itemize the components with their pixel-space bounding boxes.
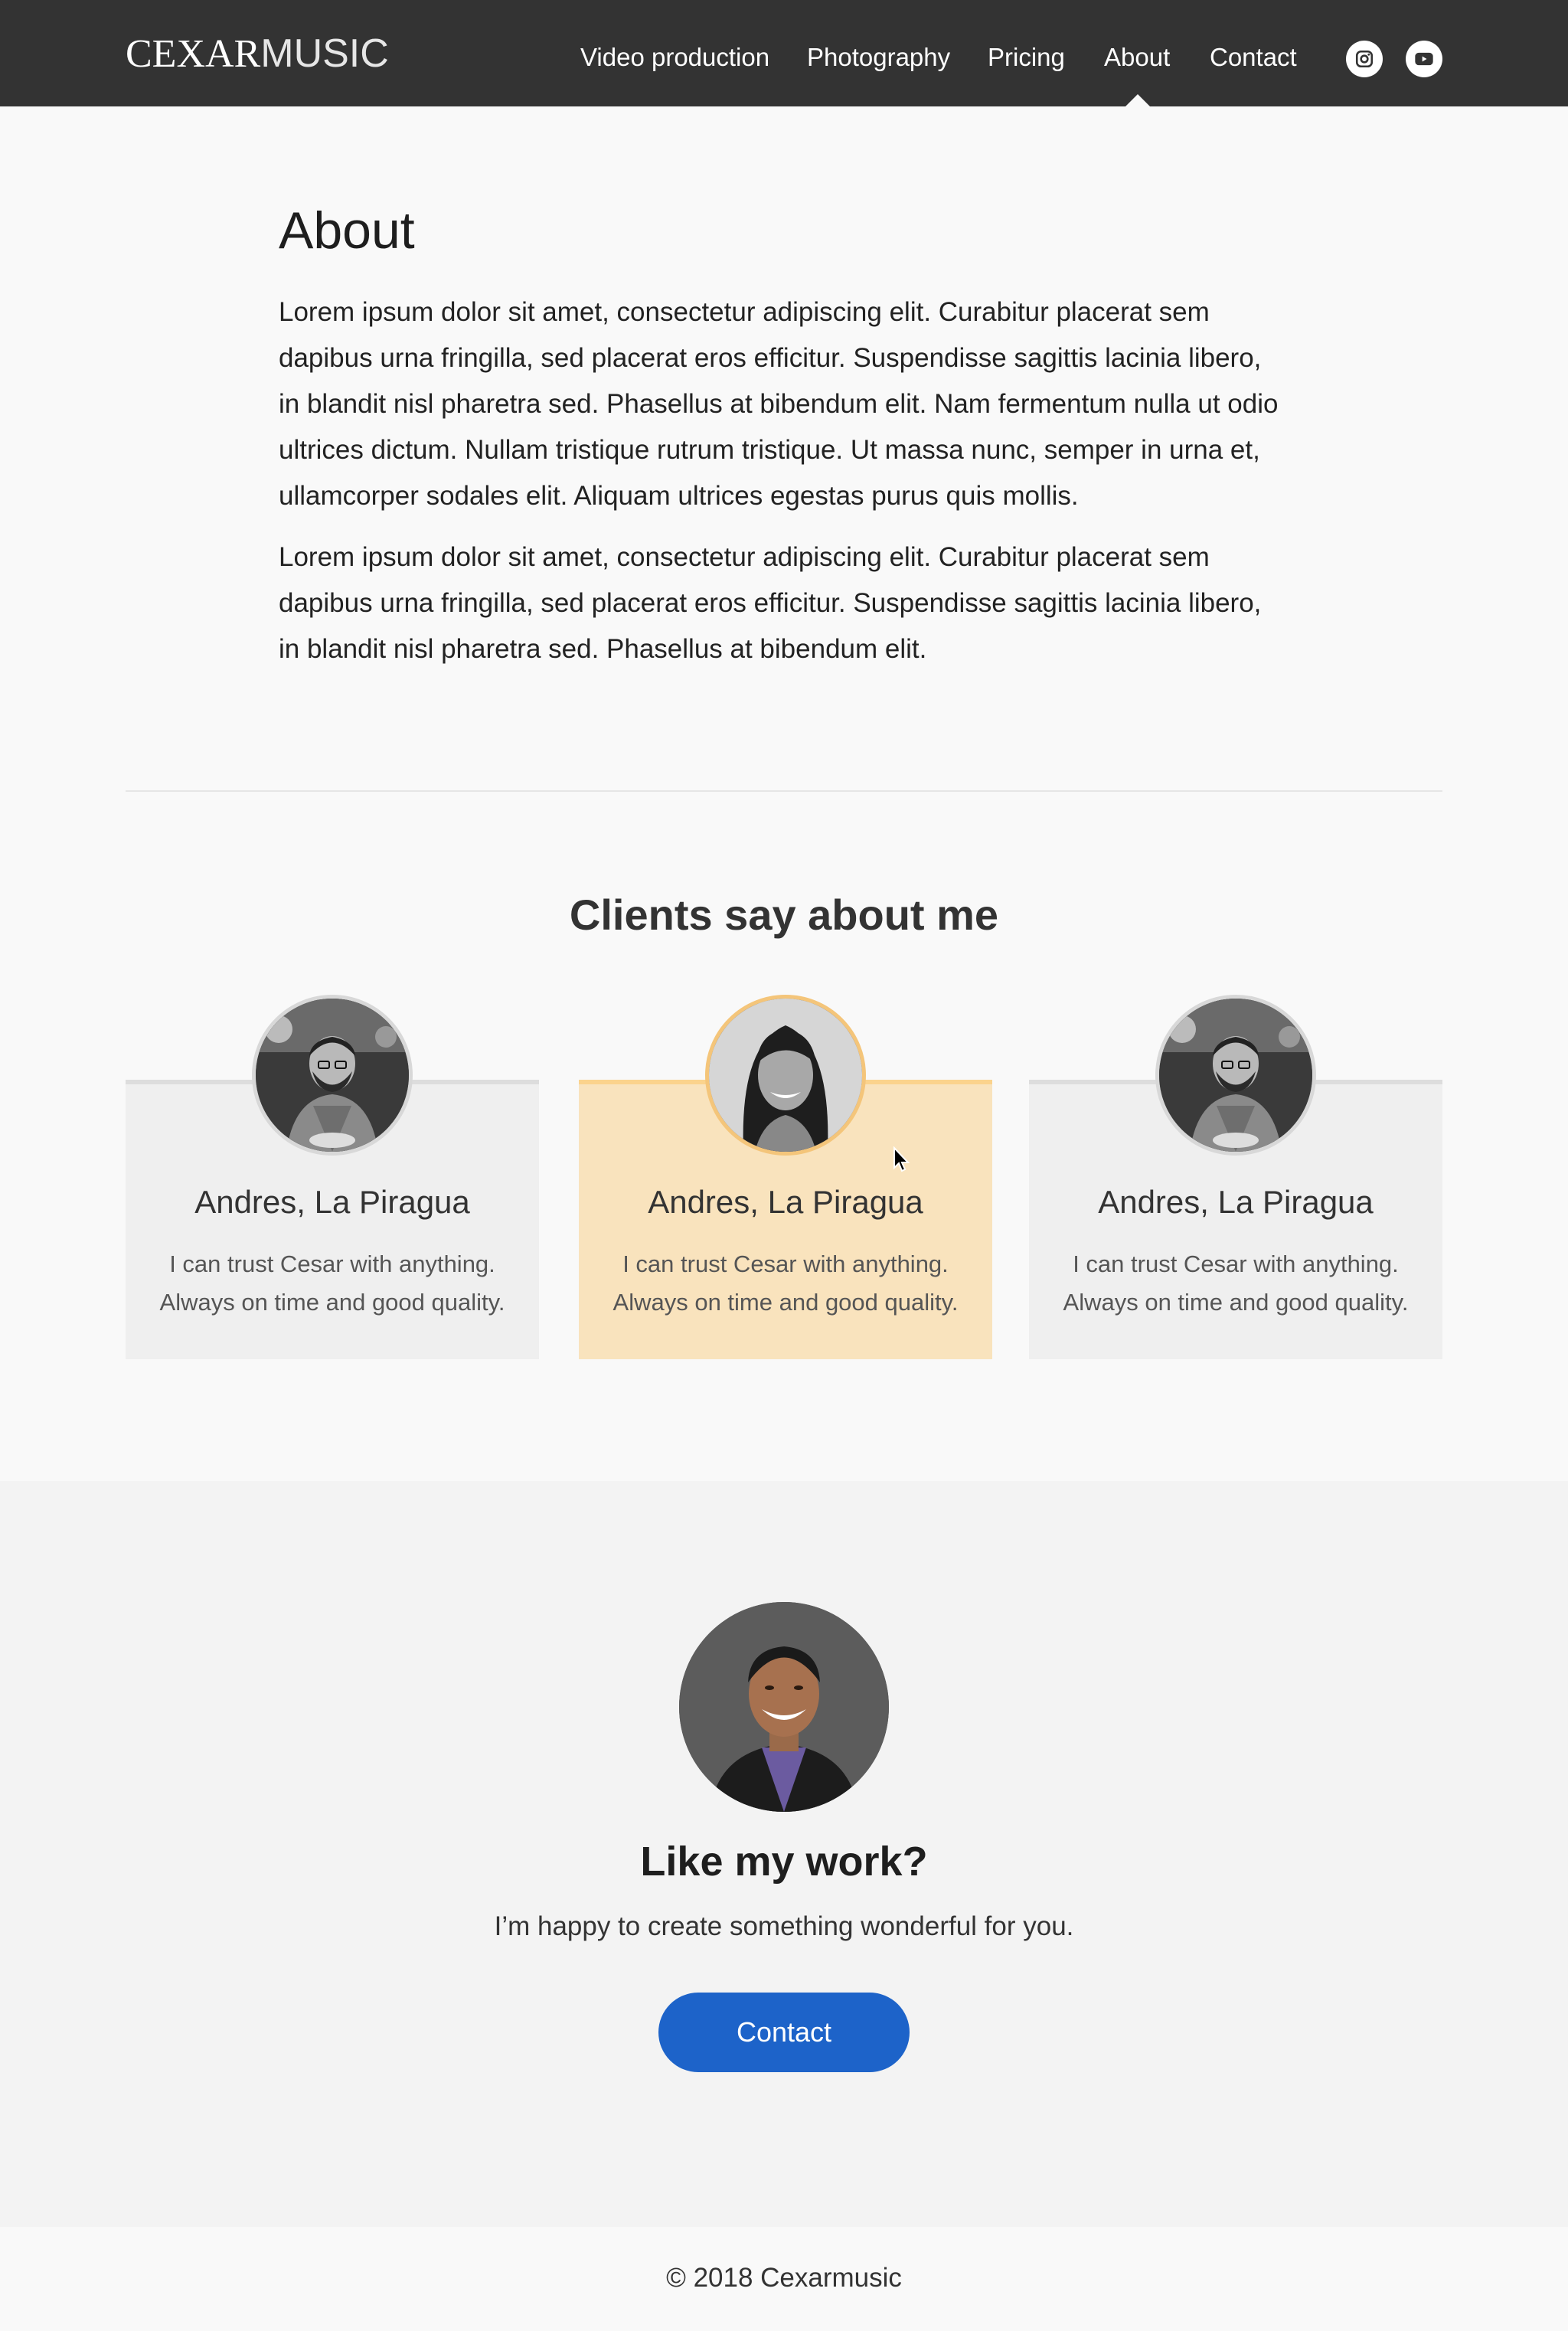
testimonial-name: Andres, La Piragua [194,1184,470,1220]
site-header: CEXARMUSIC Video production Photography … [0,0,1568,106]
nav-item-about[interactable]: About [1104,43,1170,72]
copyright-text: © 2018 Cexarmusic [666,2263,902,2293]
nav-item-contact[interactable]: Contact [1210,43,1297,72]
youtube-link[interactable] [1406,41,1442,77]
cta-subtitle: I’m happy to create something wonderful … [494,1911,1074,1941]
about-paragraph-2: Lorem ipsum dolor sit amet, consectetur … [279,542,1262,664]
instagram-icon [1355,50,1374,68]
testimonial-quote: I can trust Cesar with anything. Always … [612,1251,959,1316]
testimonial-avatar [1155,995,1316,1156]
testimonial-quote: I can trust Cesar with anything. Always … [1063,1251,1409,1316]
testimonial-quote: I can trust Cesar with anything. Always … [159,1251,505,1316]
testimonial-name: Andres, La Piragua [648,1184,923,1220]
testimonial-avatar [252,995,413,1156]
active-nav-caret [1125,94,1150,106]
youtube-icon [1415,52,1433,66]
mouse-cursor-icon [893,1146,910,1172]
nav-item-pricing[interactable]: Pricing [988,43,1065,72]
contact-button[interactable]: Contact [658,1993,910,2072]
instagram-link[interactable] [1346,41,1383,77]
nav-item-photography[interactable]: Photography [807,43,950,72]
owner-avatar [679,1602,889,1812]
logo-light-text: MUSIC [260,31,389,76]
site-logo[interactable]: CEXARMUSIC [126,31,389,77]
nav-item-video-production[interactable]: Video production [580,43,769,72]
logo-bold-text: CEXAR [126,32,261,76]
cta-section: Like my work? I’m happy to create someth… [0,1481,1568,2227]
about-paragraph-1: Lorem ipsum dolor sit amet, consectetur … [279,297,1279,511]
site-footer: © 2018 Cexarmusic [0,2227,1568,2331]
testimonials-title: Clients say about me [569,891,999,939]
cta-title: Like my work? [640,1839,928,1885]
testimonial-avatar-active [705,995,866,1156]
testimonial-name: Andres, La Piragua [1098,1184,1374,1220]
page-title: About [279,201,415,260]
section-divider [126,790,1442,792]
